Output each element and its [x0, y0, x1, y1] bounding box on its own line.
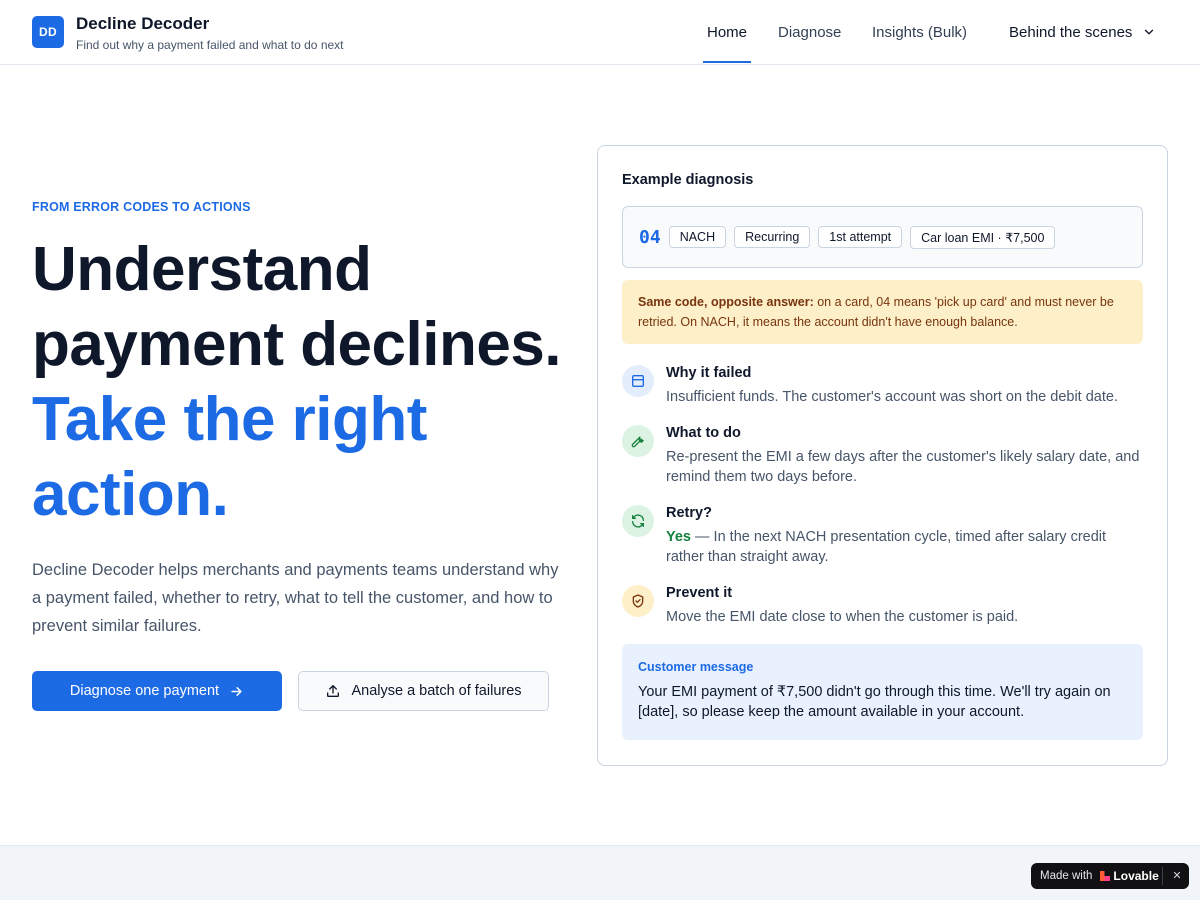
brand-tagline: Find out why a payment failed and what t…: [76, 38, 344, 52]
prevent-title: Prevent it: [666, 585, 733, 601]
retry-body: Yes — In the next NACH presentation cycl…: [666, 527, 1146, 567]
analyse-batch-button[interactable]: Analyse a batch of failures: [298, 671, 549, 711]
nav-insights-bulk[interactable]: Insights (Bulk): [872, 0, 967, 64]
made-with-lovable-badge[interactable]: Made with Lovable ✕: [1031, 863, 1189, 889]
analyse-button-label: Analyse a batch of failures: [351, 683, 522, 699]
badge-brand: Lovable: [1113, 869, 1159, 883]
customer-message-label: Customer message: [638, 660, 754, 674]
retry-yes: Yes: [666, 529, 691, 545]
chip-attempt: 1st attempt: [818, 226, 903, 248]
wrench-icon: [622, 425, 654, 457]
diagnose-one-payment-button[interactable]: Diagnose one payment: [32, 671, 282, 711]
section-prevent: Prevent it Move the EMI date close to wh…: [622, 585, 1143, 629]
section-what-to-do: What to do Re-present the EMI a few days…: [622, 425, 1143, 489]
hero-description: Decline Decoder helps merchants and paym…: [32, 561, 559, 635]
badge-divider: [1162, 867, 1163, 885]
footer-band: [0, 845, 1200, 900]
hero-eyebrow: FROM ERROR CODES TO ACTIONS: [32, 200, 251, 214]
why-failed-body: Insufficient funds. The customer's accou…: [666, 389, 1118, 405]
lovable-logo: Lovable: [1100, 869, 1159, 883]
upload-icon: [327, 685, 340, 697]
nav-home[interactable]: Home: [702, 0, 752, 64]
refresh-icon: [622, 505, 654, 537]
top-header: DD Decline Decoder Find out why a paymen…: [0, 0, 1200, 65]
card-icon: [622, 365, 654, 397]
chip-rail: NACH: [668, 226, 727, 248]
decline-code-summary: 04 NACH Recurring 1st attempt Car loan E…: [622, 206, 1143, 268]
customer-message-box: Customer message Your EMI payment of ₹7,…: [622, 644, 1143, 740]
nav-diagnose[interactable]: Diagnose: [778, 0, 841, 64]
section-retry: Retry? Yes — In the next NACH presentati…: [622, 505, 1143, 569]
warning-heading: Same code, opposite answer:: [638, 295, 814, 309]
shield-icon: [622, 585, 654, 617]
warning-callout: Same code, opposite answer: on a card, 0…: [622, 280, 1143, 344]
logo-badge[interactable]: DD: [32, 16, 64, 48]
brand-name[interactable]: Decline Decoder: [76, 14, 209, 34]
chip-type: Recurring: [734, 226, 811, 248]
chevron-down-icon: [1145, 29, 1154, 35]
hero-title: Understand payment declines. Take the ri…: [32, 232, 572, 532]
behind-the-scenes-label: Behind the scenes: [1009, 23, 1133, 41]
hero-title-main: Understand payment declines.: [32, 235, 562, 379]
hero-title-accent: Take the right action.: [32, 385, 427, 529]
decline-code: 04: [639, 226, 661, 248]
what-to-do-body: Re-present the EMI a few days after the …: [666, 449, 1140, 485]
section-why-failed: Why it failed Insufficient funds. The cu…: [622, 365, 1143, 409]
retry-title: Retry?: [666, 505, 712, 521]
why-failed-title: Why it failed: [666, 365, 752, 381]
what-to-do-title: What to do: [666, 425, 741, 441]
chip-purpose: Car loan EMI · ₹7,500: [910, 225, 1056, 249]
retry-detail: — In the next NACH presentation cycle, t…: [666, 529, 1107, 565]
example-diagnosis-card: Example diagnosis 04 NACH Recurring 1st …: [597, 145, 1168, 766]
card-title: Example diagnosis: [622, 172, 754, 188]
close-icon[interactable]: ✕: [1170, 868, 1184, 882]
arrow-right-icon: [231, 686, 242, 696]
prevent-body: Move the EMI date close to when the cust…: [666, 609, 1019, 625]
diagnose-button-label: Diagnose one payment: [69, 683, 220, 699]
behind-the-scenes-dropdown[interactable]: Behind the scenes: [1009, 0, 1156, 64]
badge-made-with: Made with: [1040, 870, 1093, 882]
heart-icon: [1100, 871, 1111, 881]
customer-message-text: Your EMI payment of ₹7,500 didn't go thr…: [638, 684, 1111, 720]
